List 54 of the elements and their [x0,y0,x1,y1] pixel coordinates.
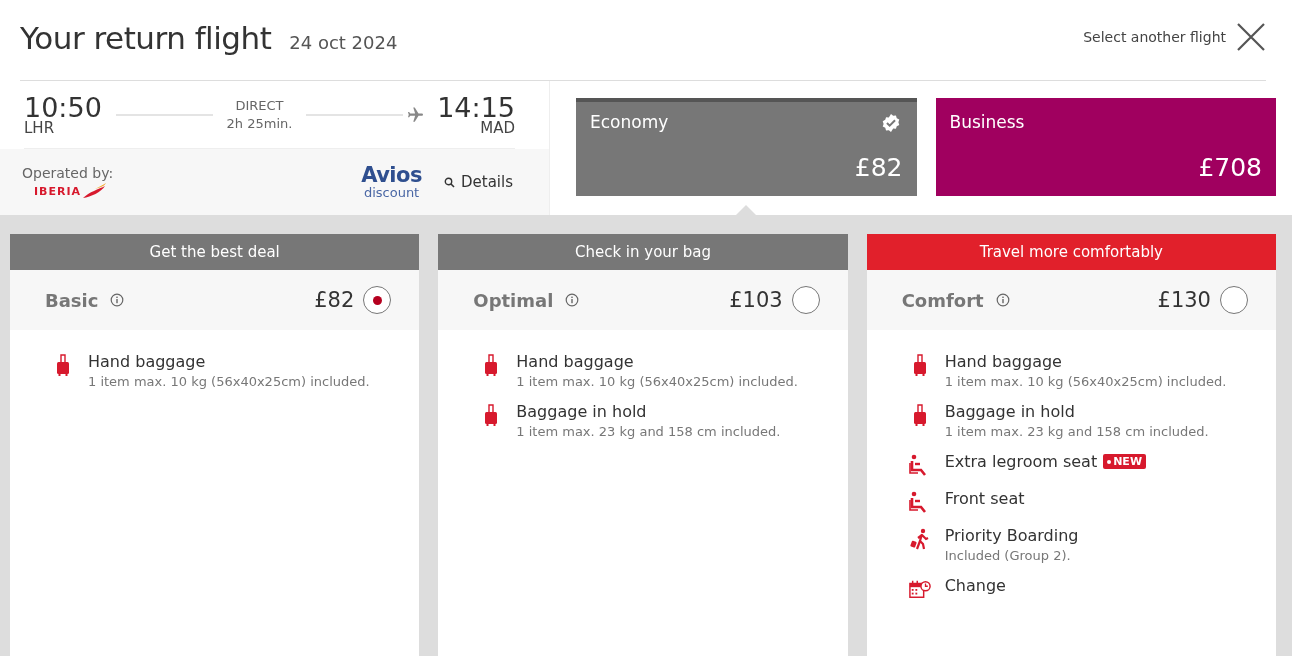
fare-banner: Get the best deal [10,234,420,270]
feature-title: Change [944,576,1006,595]
cabin-option[interactable]: Economy £82 [576,98,917,196]
wing-icon [81,183,108,199]
info-icon [995,293,1010,307]
avios-logo-text: Avios [361,165,422,186]
fare-radio[interactable] [1220,286,1248,314]
departure-airport: LHR [24,120,56,136]
feature-detail: 1 item max. 10 kg (56x40x25cm) included. [944,374,1227,389]
fare-name: Optimal [473,289,554,311]
feature-title: Baggage in hold [516,402,647,421]
stops-label: DIRECT [235,98,284,113]
fare-price: £130 [1157,288,1211,312]
feature-title: Hand baggage [944,352,1062,371]
verified-check-icon [881,114,900,132]
fare-banner: Travel more comfortably [866,234,1276,270]
feature-title: Priority Boarding [944,526,1079,545]
fare-radio[interactable] [791,286,820,314]
feature-detail: Included (Group 2). [944,548,1072,563]
flight-duration: 2h 25min. [226,116,293,131]
feature-detail: 1 item max. 23 kg and 158 cm included. [944,424,1209,439]
walking-person-icon [908,528,931,550]
departure-time: 10:50 [24,93,102,121]
flight-date: 24 oct 2024 [289,32,398,53]
cabin-option[interactable]: Business £708 [935,98,1276,196]
airline-logo-text: IBERIA [34,184,82,198]
search-icon [444,176,455,188]
plane-icon [405,105,424,124]
close-icon [1236,22,1266,52]
new-badge: NEW [1103,454,1146,469]
feature-title: Hand baggage [88,352,206,371]
info-icon [110,293,125,307]
feature-detail: 1 item max. 10 kg (56x40x25cm) included. [516,374,798,389]
feature-title: Baggage in hold [944,402,1075,421]
feature-title: Extra legroom seat [944,452,1098,471]
fare-name: Basic [45,289,99,311]
page-title: Your return flight [20,20,272,56]
operated-by-label: Operated by: [22,165,115,181]
fare-radio[interactable] [363,286,392,314]
feature-title: Front seat [944,489,1025,508]
info-icon [565,293,580,307]
arrival-airport: MAD [480,120,515,136]
details-link[interactable]: Details [444,173,513,191]
fare-price: £82 [314,288,355,312]
calendar-clock-icon [908,578,931,600]
fare-price: £103 [729,288,783,312]
close-button[interactable]: Select another flight [1083,22,1266,52]
feature-title: Hand baggage [516,352,634,371]
avios-subtitle: discount [363,186,420,199]
fare-name: Comfort [901,289,984,311]
fare-banner: Check in your bag [438,234,848,270]
feature-detail: 1 item max. 10 kg (56x40x25cm) included. [88,374,370,389]
arrival-time: 14:15 [437,93,515,121]
feature-detail: 1 item max. 23 kg and 158 cm included. [516,424,781,439]
